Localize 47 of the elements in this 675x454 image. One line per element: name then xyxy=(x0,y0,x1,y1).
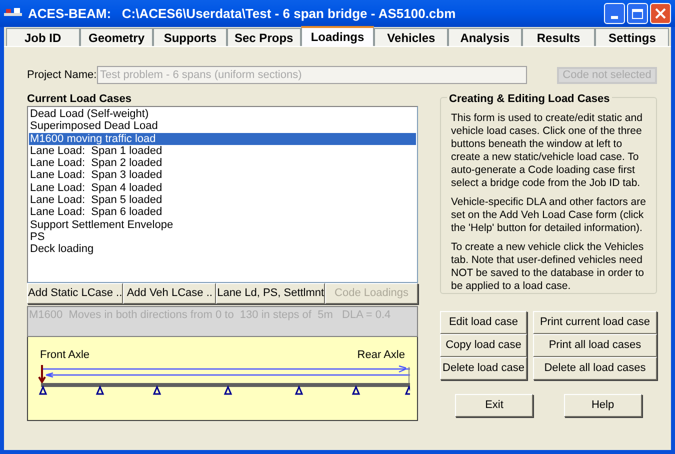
add-button[interactable]: Add Static LCase .. xyxy=(27,283,124,304)
add-button[interactable]: Add Veh LCase .. xyxy=(123,283,216,304)
close-icon xyxy=(655,8,666,19)
rear-axle-label: Rear Axle xyxy=(357,348,405,363)
list-item[interactable]: Deck loading xyxy=(29,243,416,256)
tab[interactable]: Supports xyxy=(153,28,228,46)
minimize-button[interactable] xyxy=(604,3,625,24)
action-button[interactable]: Delete all load cases xyxy=(533,357,657,380)
action-button[interactable]: Print current load case xyxy=(533,311,657,334)
action-button[interactable]: Edit load case xyxy=(440,311,527,334)
add-button[interactable]: Lane Ld, PS, Settlmnt xyxy=(216,283,326,304)
action-button[interactable]: Copy load case xyxy=(440,334,527,357)
maximize-button[interactable] xyxy=(627,3,648,24)
tab[interactable]: Sec Props xyxy=(227,28,301,46)
action-button[interactable]: Delete load case xyxy=(440,357,527,380)
maximize-icon xyxy=(632,8,643,18)
project-name-label: Project Name: xyxy=(27,68,97,83)
info-paragraph: To create a new vehicle click the Vehicles tab. Note that user-defined vehicles need NOT be saved to the database in order to be applied to a load case. xyxy=(451,241,646,293)
info-paragraph: Vehicle-specific DLA and other factors are set on the Add Veh Load Case form (click the 'Help' button for detailed information). xyxy=(451,196,646,235)
footer-button[interactable]: Help xyxy=(564,394,642,417)
list-item[interactable]: PS xyxy=(29,230,416,244)
list-item[interactable]: Superimposed Dead Load xyxy=(29,120,416,133)
section-heading: Current Load Cases xyxy=(27,92,133,106)
list-item[interactable]: Lane Load: Span 3 loaded xyxy=(29,169,416,182)
list-item[interactable]: Lane Load: Span 6 loaded xyxy=(29,206,416,219)
list-item[interactable]: M1600 moving traffic load xyxy=(29,132,416,145)
tab[interactable]: Geometry xyxy=(80,28,154,46)
tab[interactable]: Results xyxy=(522,28,596,46)
tab[interactable]: Vehicles xyxy=(374,28,448,46)
tab[interactable]: Settings xyxy=(595,28,670,46)
tab[interactable]: Loadings xyxy=(300,26,374,46)
info-paragraph: This form is used to create/edit static and vehicle load cases. Click one of the three buttons beneath the window at left to create a new static/vehicle load case. To auto-generate a Code loading case first select a bridge code from the Job ID tab. xyxy=(451,112,644,190)
tab[interactable]: Job ID xyxy=(6,28,80,46)
close-button[interactable] xyxy=(650,3,671,24)
list-item[interactable]: Lane Load: Span 5 loaded xyxy=(29,194,416,206)
tab[interactable]: Analysis xyxy=(448,28,522,46)
info-title: Creating & Editing Load Cases xyxy=(447,91,612,108)
footer-button[interactable]: Exit xyxy=(455,394,534,417)
list-item[interactable]: Support Settlement Envelope xyxy=(29,218,416,231)
list-item[interactable]: Dead Load (Self-weight) xyxy=(29,108,416,120)
action-button[interactable]: Print all load cases xyxy=(533,334,657,357)
list-item[interactable]: Lane Load: Span 2 loaded xyxy=(29,157,416,170)
window-title: ACES-BEAM: C:\ACES6\Userdata\Test - 6 span bridge - AS5100.cbm xyxy=(28,4,456,23)
list-item[interactable]: Lane Load: Span 4 loaded xyxy=(29,182,416,194)
minimize-icon xyxy=(611,16,618,19)
list-item[interactable]: Lane Load: Span 1 loaded xyxy=(29,144,416,158)
front-axle-label: Front Axle xyxy=(40,348,90,363)
